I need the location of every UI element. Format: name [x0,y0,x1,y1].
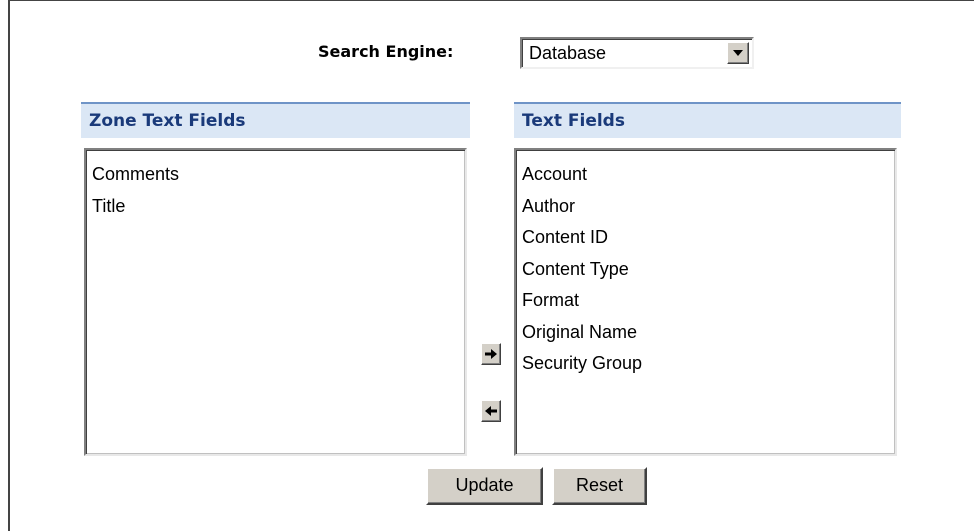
text-fields-listbox[interactable]: Account Author Content ID Content Type F… [514,148,897,456]
list-item[interactable]: Security Group [522,348,895,380]
search-engine-label: Search Engine: [318,42,454,61]
list-item[interactable]: Comments [92,159,465,191]
list-item[interactable]: Format [522,285,895,317]
arrow-right-icon [485,349,497,359]
frame-left-border [8,0,10,531]
list-item[interactable]: Content ID [522,222,895,254]
text-fields-title: Text Fields [522,111,625,131]
zone-text-fields-listbox[interactable]: Comments Title [84,148,467,456]
dropdown-button[interactable] [727,42,749,64]
text-fields-header: Text Fields [514,102,901,138]
list-item[interactable]: Title [92,191,465,223]
list-item[interactable]: Original Name [522,317,895,349]
search-engine-selected-value: Database [529,43,607,63]
move-right-button[interactable] [481,343,501,365]
arrow-left-icon [485,406,497,416]
frame-top-border [8,0,974,1]
update-button[interactable]: Update [426,467,543,505]
list-item[interactable]: Author [522,191,895,223]
reset-button[interactable]: Reset [552,467,647,505]
chevron-down-icon [733,50,743,56]
list-item[interactable]: Account [522,159,895,191]
zone-text-fields-title: Zone Text Fields [89,111,246,131]
move-left-button[interactable] [481,400,501,422]
panel-frame: Search Engine: Database Zone Text Fields… [0,0,974,531]
zone-text-fields-header: Zone Text Fields [81,102,470,138]
search-engine-select[interactable]: Database [520,37,754,69]
list-item[interactable]: Content Type [522,254,895,286]
